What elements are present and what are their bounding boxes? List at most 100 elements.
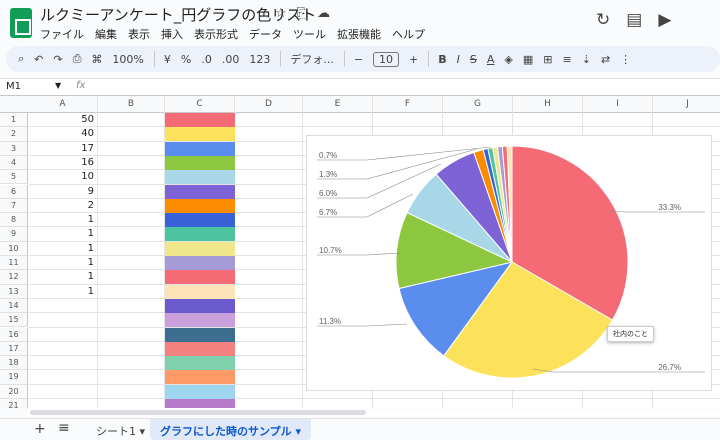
row-header[interactable]: 10 (0, 241, 28, 256)
folder-icon[interactable]: ⎘ (297, 6, 307, 21)
row-header[interactable]: 20 (0, 384, 28, 399)
cell-value[interactable]: 40 (26, 127, 94, 141)
font-size-input[interactable]: 10 (373, 51, 400, 67)
text-color-button[interactable]: A (487, 53, 495, 66)
percent-button[interactable]: % (181, 53, 191, 66)
cell-value[interactable]: 1 (26, 227, 94, 241)
more-icon[interactable]: ⋮ (620, 53, 631, 66)
menu-format[interactable]: 表示形式 (194, 26, 238, 42)
fill-color-icon[interactable]: ◈ (504, 53, 512, 66)
color-swatch-cell[interactable] (165, 270, 235, 285)
menu-tools[interactable]: ツール (293, 26, 326, 42)
sheets-logo[interactable] (10, 8, 32, 38)
row-header[interactable]: 8 (0, 213, 28, 228)
color-swatch-cell[interactable] (165, 155, 235, 170)
row-header[interactable]: 18 (0, 356, 28, 371)
cell-value[interactable]: 1 (26, 213, 94, 227)
all-sheets-button[interactable]: ≡ (58, 420, 70, 436)
color-swatch-cell[interactable] (165, 184, 235, 199)
color-swatch-cell[interactable] (165, 384, 235, 399)
menu-view[interactable]: 表示 (128, 26, 150, 42)
cell-value[interactable]: 17 (26, 142, 94, 156)
cell-value[interactable]: 1 (26, 270, 94, 284)
menu-data[interactable]: データ (249, 26, 282, 42)
font-select[interactable]: デフォ... (290, 51, 334, 67)
cell-value[interactable]: 2 (26, 199, 94, 213)
star-icon[interactable]: ☆ (275, 6, 287, 21)
row-header[interactable]: 2 (0, 127, 28, 142)
merge-cells-icon[interactable]: ⊞ (543, 53, 552, 66)
cell-value[interactable]: 9 (26, 185, 94, 199)
color-swatch-cell[interactable] (165, 198, 235, 213)
zoom-select[interactable]: 100% (112, 53, 143, 66)
color-swatch-cell[interactable] (165, 213, 235, 228)
row-header[interactable]: 13 (0, 284, 28, 299)
undo-icon[interactable]: ↶ (34, 53, 43, 66)
redo-icon[interactable]: ↷ (53, 53, 62, 66)
text-direction-icon[interactable]: ⇄ (601, 53, 610, 66)
column-header[interactable]: A (28, 96, 98, 113)
row-header[interactable]: 6 (0, 184, 28, 199)
menu-file[interactable]: ファイル (40, 26, 84, 42)
menu-insert[interactable]: 挿入 (161, 26, 183, 42)
cell-value[interactable]: 1 (26, 256, 94, 270)
row-header[interactable]: 11 (0, 256, 28, 271)
color-swatch-cell[interactable] (165, 298, 235, 313)
decrease-decimal-button[interactable]: .0 (201, 53, 212, 66)
search-icon[interactable]: ⌕ (18, 52, 24, 66)
row-header[interactable]: 21 (0, 399, 28, 408)
color-swatch-cell[interactable] (165, 127, 235, 142)
print-icon[interactable]: ⎙ (73, 52, 82, 66)
name-box[interactable]: M1 (6, 81, 21, 92)
color-swatch-cell[interactable] (165, 370, 235, 385)
scrollbar-thumb[interactable] (30, 410, 366, 415)
pie-chart[interactable]: 33.3% 26.7% 11.3% 10.7% 6.7% 6.0% 1.3% 0.7% 社内の… (306, 135, 712, 391)
cell-value[interactable]: 16 (26, 156, 94, 170)
cloud-icon[interactable]: ☁ (317, 6, 330, 21)
row-header[interactable]: 12 (0, 270, 28, 285)
color-swatch-cell[interactable] (165, 399, 235, 408)
menu-edit[interactable]: 編集 (95, 26, 117, 42)
column-header[interactable]: J (653, 96, 720, 113)
italic-button[interactable]: I (457, 53, 460, 66)
row-header[interactable]: 9 (0, 227, 28, 242)
color-swatch-cell[interactable] (165, 170, 235, 185)
color-swatch-cell[interactable] (165, 284, 235, 299)
row-header[interactable]: 15 (0, 313, 28, 328)
paint-format-icon[interactable]: ⌘ (91, 53, 102, 66)
row-header[interactable]: 4 (0, 155, 28, 171)
color-swatch-cell[interactable] (165, 356, 235, 371)
borders-icon[interactable]: ▦ (523, 53, 533, 66)
column-header[interactable]: H (513, 96, 583, 113)
column-header[interactable]: I (583, 96, 653, 113)
color-swatch-cell[interactable] (165, 141, 235, 156)
menu-extensions[interactable]: 拡張機能 (337, 26, 381, 42)
row-header[interactable]: 16 (0, 327, 28, 342)
column-header[interactable]: F (373, 96, 443, 113)
valign-icon[interactable]: ⇣ (582, 53, 591, 66)
comment-icon[interactable]: ▤ (626, 10, 642, 30)
bold-button[interactable]: B (438, 53, 446, 66)
column-header[interactable]: C (165, 96, 235, 113)
color-swatch-cell[interactable] (165, 227, 235, 242)
increase-decimal-button[interactable]: .00 (222, 53, 240, 66)
cell-value[interactable]: 10 (26, 170, 94, 184)
column-header[interactable]: G (443, 96, 513, 113)
color-swatch-cell[interactable] (165, 327, 235, 342)
history-icon[interactable]: ↻ (596, 10, 610, 30)
column-header[interactable]: D (235, 96, 303, 113)
video-icon[interactable]: ▶ (658, 10, 671, 30)
row-header[interactable]: 14 (0, 298, 28, 314)
column-header[interactable]: B (98, 96, 165, 113)
align-icon[interactable]: ≡ (563, 53, 572, 66)
number-format-button[interactable]: 123 (249, 53, 270, 66)
row-header[interactable]: 7 (0, 198, 28, 214)
tab-sheet1[interactable]: シート1 ▾ (96, 423, 145, 439)
row-header[interactable]: 19 (0, 370, 28, 385)
color-swatch-cell[interactable] (165, 241, 235, 256)
row-header[interactable]: 3 (0, 141, 28, 156)
row-header[interactable]: 17 (0, 341, 28, 357)
tab-graph-sample[interactable]: グラフにした時のサンプル ▾ (150, 419, 312, 440)
font-size-decrease[interactable]: − (354, 53, 363, 66)
strikethrough-button[interactable]: S (470, 53, 477, 66)
